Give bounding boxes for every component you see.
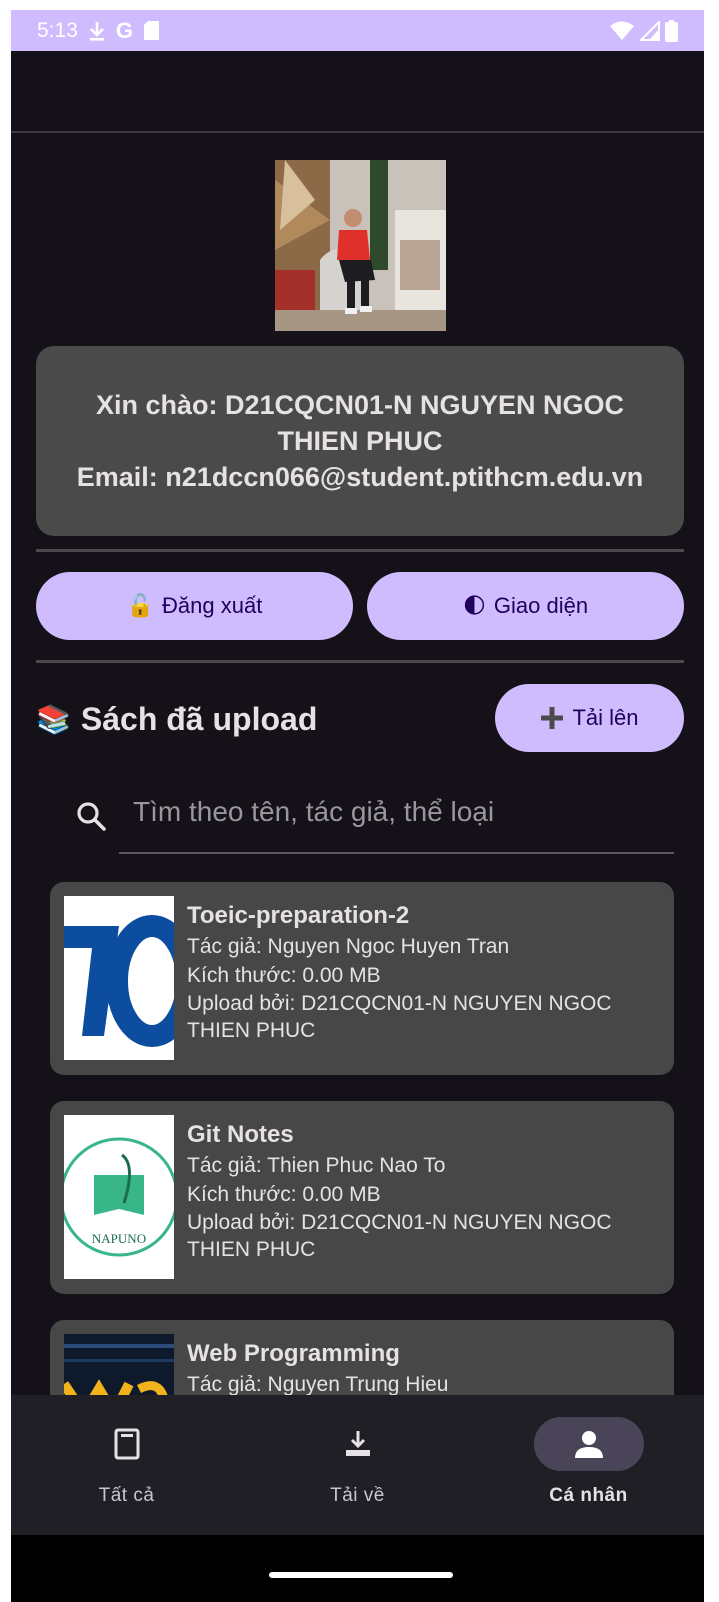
book-card[interactable]: Toeic-preparation-2 Tác giả: Nguyen Ngoc… [50,882,674,1075]
signal-icon [640,20,660,41]
bottom-navigation: Tất cả Tải về Cá nhân [11,1395,704,1535]
book-icon [114,1428,139,1460]
book-author: Tác giả: Nguyen Ngoc Huyen Tran [187,935,510,958]
plus-icon [541,707,564,729]
wifi-icon [610,21,634,40]
status-bar: 5:13 G [11,10,704,51]
greeting-text: Xin chào: D21CQCN01-N NGUYEN NGOC THIEN … [95,390,625,456]
battery-icon [665,19,678,42]
theme-label: Giao diện [493,593,589,618]
search-input[interactable]: Tìm theo tên, tác giả, thể loại [133,796,494,828]
book-card[interactable]: NAPUNO Git Notes Tác giả: Thien Phuc Nao… [50,1101,674,1294]
unlock-icon: 🔓 [126,593,155,618]
book-info: Web Programming Tác giả: Nguyen Trung Hi… [187,1338,657,1399]
book-size: Kích thước: 0.00 MB [187,964,381,987]
email-text: Email: n21dccn066@student.ptithcm.edu.vn [76,462,644,492]
sd-card-icon [144,21,159,40]
search-underline [119,852,674,854]
status-time: 5:13 [37,18,78,42]
search-icon [77,802,106,831]
nav-indicator [72,1417,182,1471]
status-icons-right [609,19,678,42]
book-cover [64,896,174,1060]
book-title: Git Notes [187,1121,294,1148]
book-cover: NAPUNO [64,1115,174,1279]
download-tray-icon [345,1431,370,1456]
divider [36,660,684,663]
book-title: Toeic-preparation-2 [187,902,410,929]
person-icon [574,1431,603,1458]
home-gesture-handle[interactable] [269,1572,453,1578]
book-uploader: Upload bởi: D21CQCN01-N NGUYEN NGOC THIE… [187,992,612,1042]
nav-item-all[interactable]: Tất cả [11,1395,242,1535]
half-moon-icon: 🌓 [462,593,486,618]
upload-button[interactable]: Tải lên [495,684,684,752]
top-app-bar [11,51,704,133]
avatar-photo [275,160,446,331]
books-icon: 📚 [36,703,71,735]
nav-item-profile[interactable]: Cá nhân [473,1395,704,1535]
nav-indicator [303,1417,413,1471]
section-title: Sách đã upload [80,700,318,737]
book-size: Kích thước: 0.00 MB [187,1183,381,1206]
book-author: Tác giả: Thien Phuc Nao To [187,1154,446,1177]
status-icons-left: G [88,18,160,44]
nav-label: Tải về [330,1485,385,1506]
theme-button[interactable]: 🌓 Giao diện [367,572,684,640]
napuno-logo-text: NAPUNO [92,1231,146,1246]
nav-label: Cá nhân [549,1485,628,1506]
logout-button[interactable]: 🔓 Đăng xuất [36,572,353,640]
logout-label: Đăng xuất [162,593,263,618]
book-info: Toeic-preparation-2 Tác giả: Nguyen Ngoc… [187,900,657,1044]
uploaded-books-heading: 📚 Sách đã upload [36,696,317,742]
divider [36,549,684,552]
google-icon: G [115,17,133,43]
nav-item-downloads[interactable]: Tải về [242,1395,473,1535]
nav-indicator-active [533,1417,644,1471]
book-uploader: Upload bởi: D21CQCN01-N NGUYEN NGOC THIE… [187,1211,612,1261]
avatar [275,160,446,331]
upload-label: Tải lên [572,705,639,730]
profile-card: Xin chào: D21CQCN01-N NGUYEN NGOC THIEN … [36,346,684,536]
gesture-bar-area [11,1535,704,1602]
nav-label: Tất cả [98,1485,155,1506]
download-icon [89,21,104,41]
book-title: Web Programming [187,1340,400,1367]
book-info: Git Notes Tác giả: Thien Phuc Nao To Kíc… [187,1119,657,1263]
screen: 5:13 G Xin chào: D21CQCN01-N NGUYEN NGOC… [11,10,704,1602]
